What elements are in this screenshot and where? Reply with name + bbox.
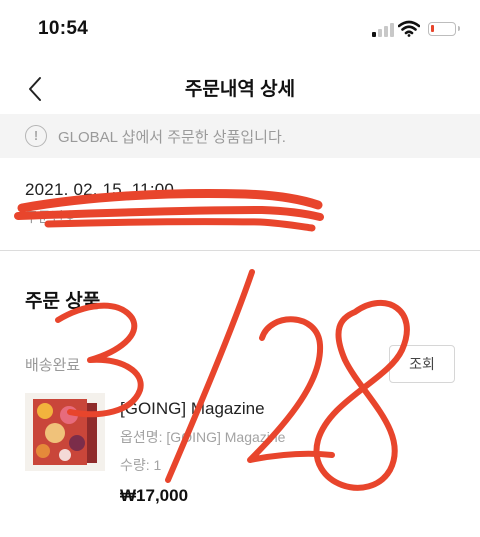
tracking-lookup-button[interactable]: 조회 [389,345,455,383]
page-title: 주문내역 상세 [184,79,296,100]
notice-text: GLOBAL 샵에서 주문한 상품입니다. [58,129,286,146]
signal-icon [372,23,394,37]
product-thumbnail[interactable] [25,393,105,471]
order-number: 주문번호 [25,209,77,225]
status-bar: 10:54 [0,0,480,62]
wifi-icon [398,20,420,37]
product-name[interactable]: [GOING] Magazine [120,399,265,419]
product-price: ₩17,000 [120,486,189,505]
order-date: 2021. 02. 15. 11:00 [25,180,175,199]
product-quantity: 수량: 1 [120,457,162,473]
battery-icon [428,22,460,36]
section-title: 주문 상품 [25,291,101,312]
global-shop-notice: ! GLOBAL 샵에서 주문한 상품입니다. [0,114,480,158]
status-time: 10:54 [38,18,89,39]
product-option: 옵션명: [GOING] Magazine [120,429,286,445]
section-divider [0,250,480,251]
delivery-status: 배송완료 [25,357,81,374]
nav-bar: 주문내역 상세 [0,62,480,114]
info-icon: ! [25,125,47,147]
